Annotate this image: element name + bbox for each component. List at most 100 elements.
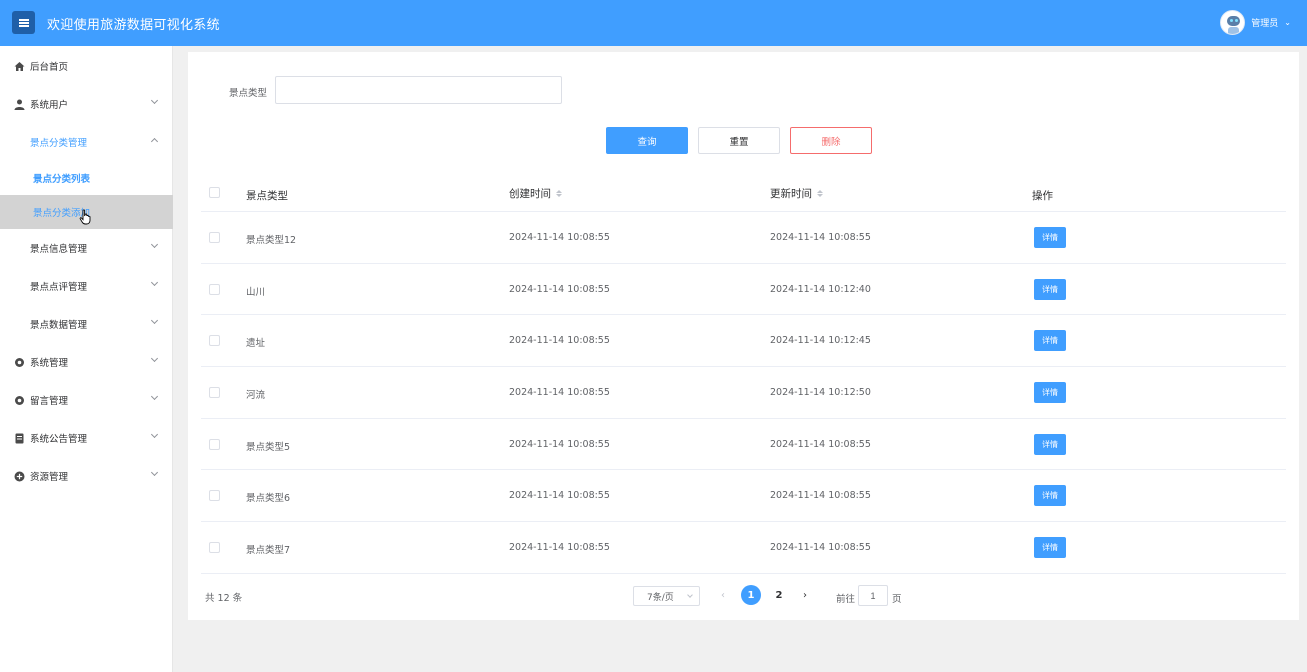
- cell-updated: 2024-11-14 10:08:55: [770, 438, 871, 450]
- sidebar-item-resources[interactable]: 资源管理: [0, 457, 173, 495]
- cell-created: 2024-11-14 10:08:55: [509, 232, 610, 243]
- cell-created: 2024-11-14 10:08:55: [509, 490, 610, 502]
- category-table: 景点类型 创建时间 更新时间 操作 景点类型12 2024-11-14 10:08…: [201, 172, 1286, 574]
- cell-created: 2024-11-14 10:08:55: [509, 438, 610, 450]
- sidebar-item-label: 景点点评管理: [30, 282, 88, 293]
- cell-created: 2024-11-14 10:08:55: [509, 387, 610, 399]
- sort-icon: [817, 190, 823, 197]
- delete-button[interactable]: 删除: [790, 127, 872, 154]
- goto-page-input[interactable]: [858, 585, 888, 606]
- column-header-action: 操作: [1032, 190, 1053, 202]
- user-menu[interactable]: 管理员 ⌄: [1220, 10, 1291, 35]
- cell-created: 2024-11-14 10:08:55: [509, 542, 610, 554]
- sidebar-item-reviews[interactable]: 景点点评管理: [0, 267, 173, 305]
- table-body: 景点类型12 2024-11-14 10:08:55 2024-11-14 10:0…: [201, 212, 1286, 574]
- sidebar-item-messages[interactable]: 留言管理: [0, 381, 173, 419]
- hamburger-icon: [18, 18, 29, 27]
- sidebar-item-label: 系统用户: [30, 100, 69, 111]
- table-row: 景点类型6 2024-11-14 10:08:55 2024-11-14 10:08…: [201, 470, 1286, 523]
- table-row: 遗址 2024-11-14 10:08:55 2024-11-14 10:12:45…: [201, 315, 1286, 368]
- sidebar-item-label: 留言管理: [30, 396, 69, 407]
- chevron-up-icon: [150, 137, 159, 146]
- category-type-input[interactable]: [275, 76, 562, 104]
- sidebar-item-users[interactable]: 系统用户: [0, 85, 173, 123]
- chevron-down-icon: [150, 354, 159, 363]
- row-checkbox[interactable]: [209, 387, 220, 399]
- chevron-down-icon: [150, 316, 159, 325]
- cell-updated: 2024-11-14 10:08:55: [770, 542, 871, 554]
- cell-type: 景点类型12: [246, 235, 297, 246]
- sidebar-item-label: 系统管理: [30, 358, 69, 369]
- grid-icon: [14, 281, 25, 292]
- page-2-button[interactable]: 2: [769, 585, 789, 605]
- cell-updated: 2024-11-14 10:08:55: [770, 232, 871, 243]
- table-row: 景点类型7 2024-11-14 10:08:55 2024-11-14 10:08…: [201, 522, 1286, 574]
- goto-suffix: 页: [892, 594, 902, 605]
- sort-icon: [556, 190, 562, 197]
- document-icon: [14, 433, 25, 444]
- row-checkbox[interactable]: [209, 232, 220, 243]
- cell-updated: 2024-11-14 10:08:55: [770, 490, 871, 502]
- sidebar-item-system[interactable]: 系统管理: [0, 343, 173, 381]
- chevron-down-icon: ⌄: [1284, 18, 1291, 27]
- total-count: 共 12 条: [205, 593, 243, 604]
- avatar: [1220, 10, 1246, 35]
- app-title: 欢迎使用旅游数据可视化系统: [47, 18, 220, 33]
- row-checkbox[interactable]: [209, 438, 220, 450]
- sidebar-item-label: 景点信息管理: [30, 244, 88, 255]
- row-checkbox[interactable]: [209, 335, 220, 347]
- cell-type: 景点类型6: [246, 493, 291, 505]
- grid-icon: [14, 319, 25, 330]
- row-checkbox[interactable]: [209, 283, 220, 295]
- cell-type: 山川: [246, 286, 266, 298]
- page-size-value: 7条/页: [647, 592, 674, 603]
- menu-toggle-button[interactable]: [12, 11, 35, 34]
- grid-icon: [14, 243, 25, 254]
- detail-button[interactable]: 详情: [1034, 433, 1066, 455]
- row-checkbox[interactable]: [209, 490, 220, 502]
- goto-label: 前往: [836, 594, 856, 605]
- detail-button[interactable]: 详情: [1034, 278, 1066, 300]
- cell-created: 2024-11-14 10:08:55: [509, 283, 610, 295]
- cell-type: 景点类型7: [246, 545, 291, 557]
- prev-page-button[interactable]: ‹: [721, 590, 725, 601]
- plus-circle-icon: [14, 471, 25, 482]
- select-all-checkbox[interactable]: [209, 187, 220, 198]
- query-button[interactable]: 查询: [606, 127, 688, 154]
- home-icon: [14, 61, 25, 72]
- sidebar-item-home[interactable]: 后台首页: [0, 47, 173, 85]
- sidebar-item-label: 资源管理: [30, 472, 69, 483]
- column-header-created[interactable]: 创建时间: [509, 186, 562, 201]
- cell-updated: 2024-11-14 10:12:50: [770, 387, 871, 399]
- table-row: 山川 2024-11-14 10:08:55 2024-11-14 10:12:40…: [201, 264, 1286, 316]
- table-row: 景点类型5 2024-11-14 10:08:55 2024-11-14 10:08…: [201, 419, 1286, 471]
- detail-button[interactable]: 详情: [1034, 330, 1066, 352]
- page-size-select[interactable]: 7条/页: [633, 586, 700, 606]
- sidebar-item-label: 景点分类管理: [30, 138, 88, 149]
- detail-button[interactable]: 详情: [1034, 537, 1066, 559]
- row-checkbox[interactable]: [209, 542, 220, 554]
- detail-button[interactable]: 详情: [1034, 382, 1066, 404]
- cell-type: 景点类型5: [246, 441, 291, 453]
- detail-button[interactable]: 详情: [1034, 227, 1066, 248]
- chevron-down-icon: [150, 278, 159, 287]
- sidebar-item-spot-data[interactable]: 景点数据管理: [0, 305, 173, 343]
- hand-cursor-icon: [79, 209, 91, 225]
- page-1-button[interactable]: 1: [741, 585, 761, 605]
- cell-type: 遗址: [246, 338, 266, 350]
- filter-label: 景点类型: [229, 88, 268, 99]
- chevron-down-icon: [150, 96, 159, 105]
- next-page-button[interactable]: ›: [803, 590, 807, 601]
- column-header-updated[interactable]: 更新时间: [770, 186, 823, 201]
- sidebar-item-category[interactable]: 景点分类管理: [0, 123, 173, 161]
- column-header-label: 更新时间: [770, 188, 812, 200]
- main-panel: 景点类型 查询 重置 删除 景点类型 创建时间 更新时间 操作 景点类型12 20…: [188, 52, 1299, 620]
- sidebar-item-spot-info[interactable]: 景点信息管理: [0, 229, 173, 267]
- scrollbar[interactable]: [1301, 46, 1307, 672]
- table-row: 景点类型12 2024-11-14 10:08:55 2024-11-14 10:0…: [201, 212, 1286, 264]
- gear-icon: [14, 395, 25, 406]
- detail-button[interactable]: 详情: [1034, 485, 1066, 507]
- sidebar-subitem-category-list[interactable]: 景点分类列表: [0, 161, 173, 195]
- sidebar-item-announcements[interactable]: 系统公告管理: [0, 419, 173, 457]
- reset-button[interactable]: 重置: [698, 127, 780, 154]
